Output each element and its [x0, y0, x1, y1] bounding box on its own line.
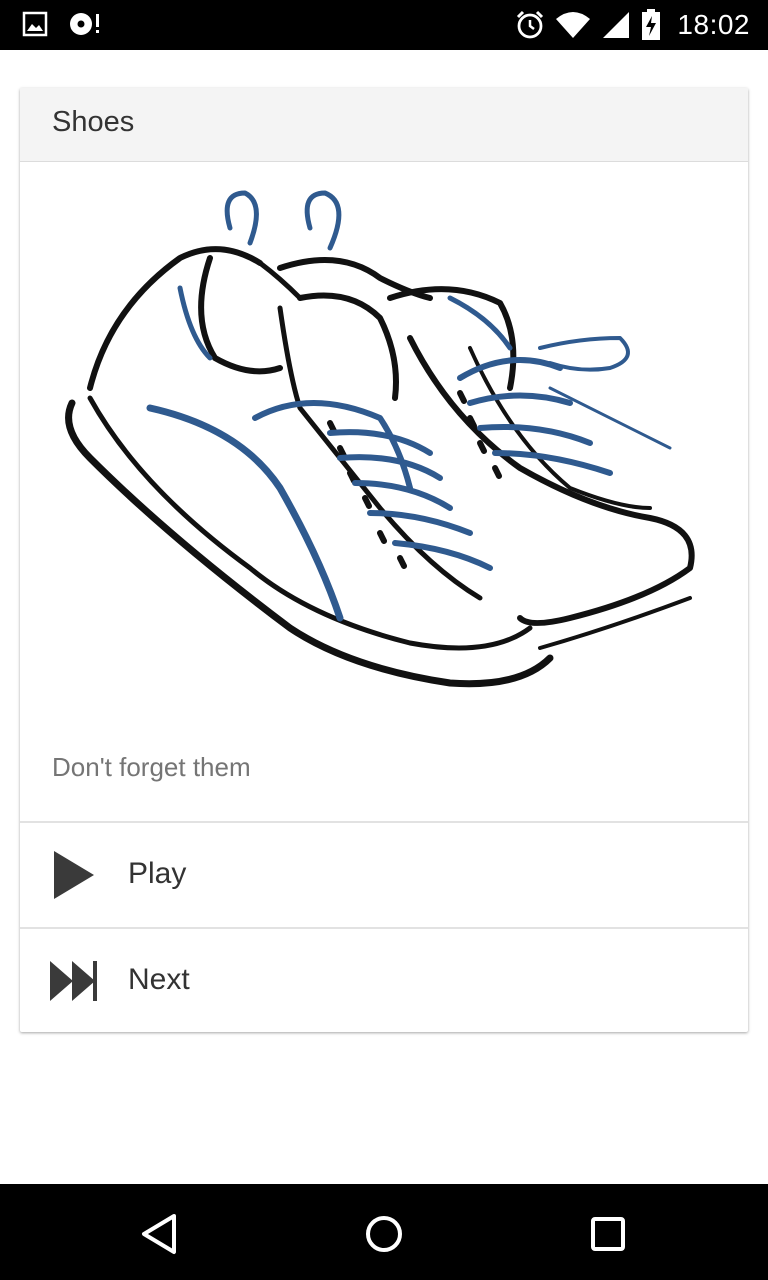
next-label: Next [128, 963, 190, 996]
alarm-icon [517, 10, 544, 39]
battery-charging-icon [642, 9, 661, 40]
card-title: Shoes [52, 106, 135, 138]
status-bar: 18:02 [0, 0, 768, 50]
recents-icon[interactable] [582, 1208, 634, 1260]
signal-icon [603, 12, 630, 38]
music-icon [70, 13, 99, 35]
play-action[interactable]: Play [20, 823, 748, 927]
next-action[interactable]: Next [20, 929, 748, 1032]
shoes-illustration [65, 190, 695, 688]
clock-time: 18:02 [677, 9, 750, 40]
home-icon[interactable] [358, 1208, 410, 1260]
navigation-bar [0, 1184, 768, 1280]
media-card: Shoes Don't forget them Play Next [20, 88, 748, 1032]
play-icon [54, 851, 94, 899]
play-label: Play [128, 857, 187, 890]
back-icon[interactable] [134, 1208, 186, 1260]
card-header: Shoes [20, 88, 748, 162]
wifi-icon [556, 12, 591, 38]
card-subtitle: Don't forget them [52, 752, 251, 782]
fast-forward-icon [50, 961, 97, 1001]
image-icon [22, 11, 48, 37]
